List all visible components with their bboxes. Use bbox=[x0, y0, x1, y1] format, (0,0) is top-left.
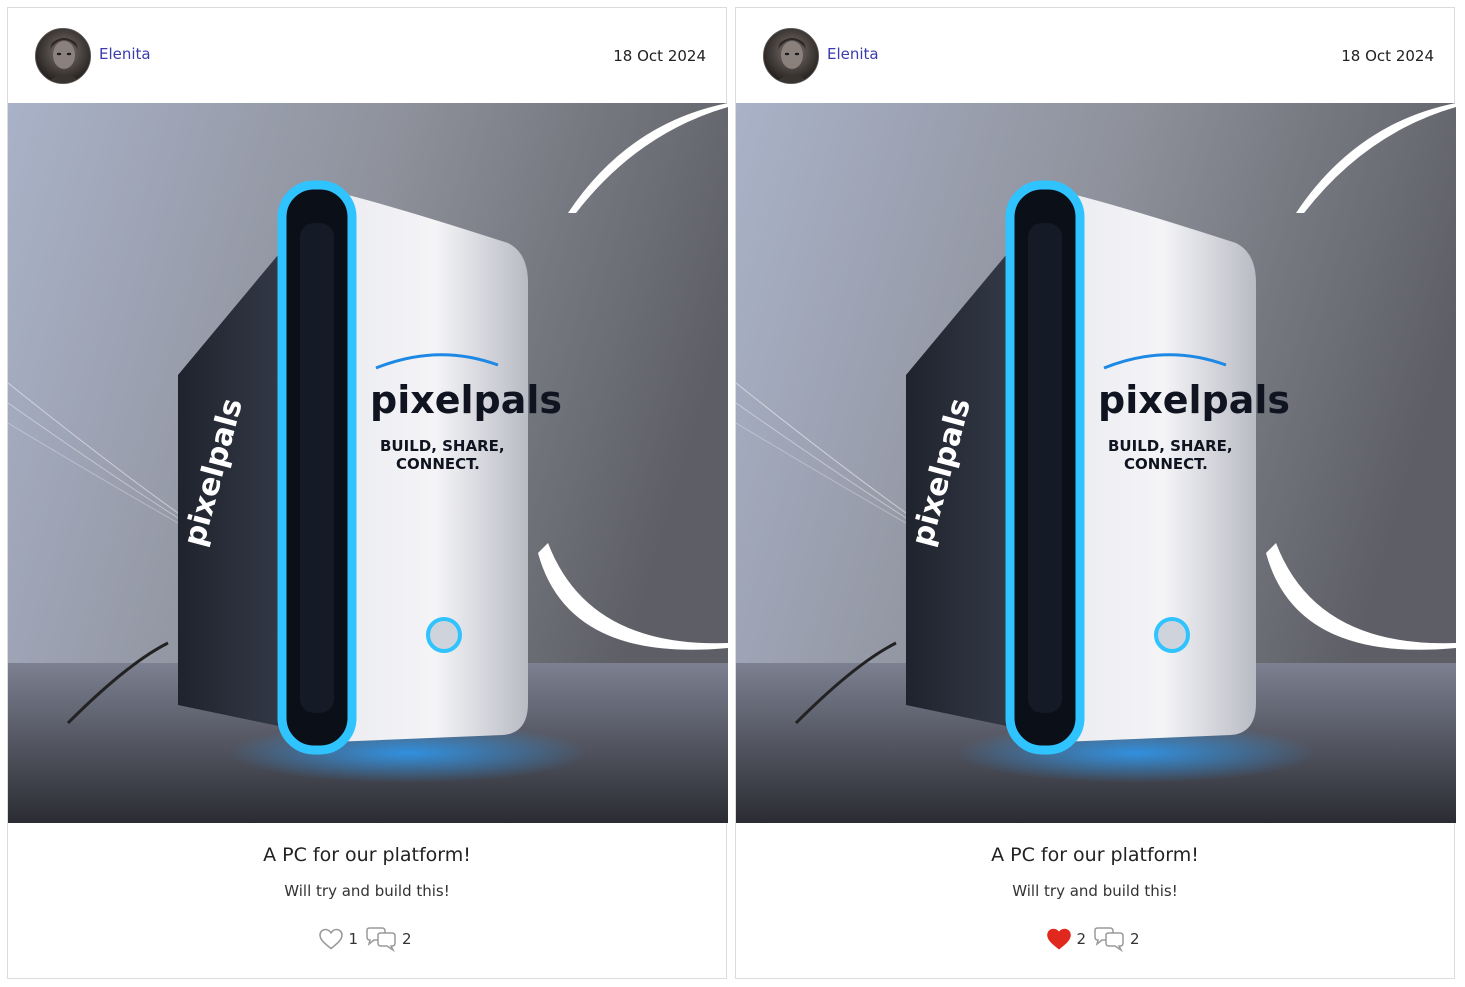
post-description: Will try and build this! bbox=[284, 882, 450, 900]
post-image[interactable]: pixelpals BUILD, SHARE, CONNECT. pixelpa… bbox=[8, 103, 728, 823]
heart-icon bbox=[1047, 928, 1072, 950]
post-description: Will try and build this! bbox=[1012, 882, 1178, 900]
image-tagline-1: BUILD, SHARE, bbox=[1108, 437, 1233, 455]
like-button[interactable] bbox=[318, 927, 344, 951]
comment-count: 2 bbox=[1130, 930, 1140, 948]
post-image[interactable]: pixelpals BUILD, SHARE, CONNECT. pixelpa… bbox=[736, 103, 1456, 823]
avatar[interactable] bbox=[35, 28, 91, 84]
post-header: Elenita 18 Oct 2024 bbox=[736, 8, 1454, 104]
post-card: Elenita 18 Oct 2024 pixelpals BUILD, SHA… bbox=[7, 7, 728, 979]
image-tagline-2: CONNECT. bbox=[396, 455, 480, 473]
post-actions: 2 2 bbox=[736, 926, 1454, 952]
author-link[interactable]: Elenita bbox=[99, 45, 151, 63]
like-count: 1 bbox=[348, 930, 358, 948]
post-title: A PC for our platform! bbox=[991, 844, 1199, 866]
avatar[interactable] bbox=[763, 28, 819, 84]
post-title: A PC for our platform! bbox=[263, 844, 471, 866]
image-tagline-2: CONNECT. bbox=[1124, 455, 1208, 473]
post-date: 18 Oct 2024 bbox=[1341, 47, 1434, 65]
heart-icon bbox=[319, 928, 344, 950]
post-card: Elenita 18 Oct 2024 pixelpals BUILD, SHA… bbox=[735, 7, 1456, 979]
image-tagline-1: BUILD, SHARE, bbox=[380, 437, 505, 455]
image-brand-text: pixelpals bbox=[370, 378, 562, 422]
comment-count: 2 bbox=[402, 930, 412, 948]
post-header: Elenita 18 Oct 2024 bbox=[8, 8, 726, 104]
post-actions: 1 2 bbox=[8, 926, 726, 952]
like-count: 2 bbox=[1076, 930, 1086, 948]
post-date: 18 Oct 2024 bbox=[613, 47, 706, 65]
comments-icon bbox=[366, 927, 396, 952]
like-button[interactable] bbox=[1046, 927, 1072, 951]
author-link[interactable]: Elenita bbox=[827, 45, 879, 63]
comments-button[interactable] bbox=[364, 926, 398, 952]
comments-icon bbox=[1094, 927, 1124, 952]
image-brand-text: pixelpals bbox=[1098, 378, 1290, 422]
comments-button[interactable] bbox=[1092, 926, 1126, 952]
